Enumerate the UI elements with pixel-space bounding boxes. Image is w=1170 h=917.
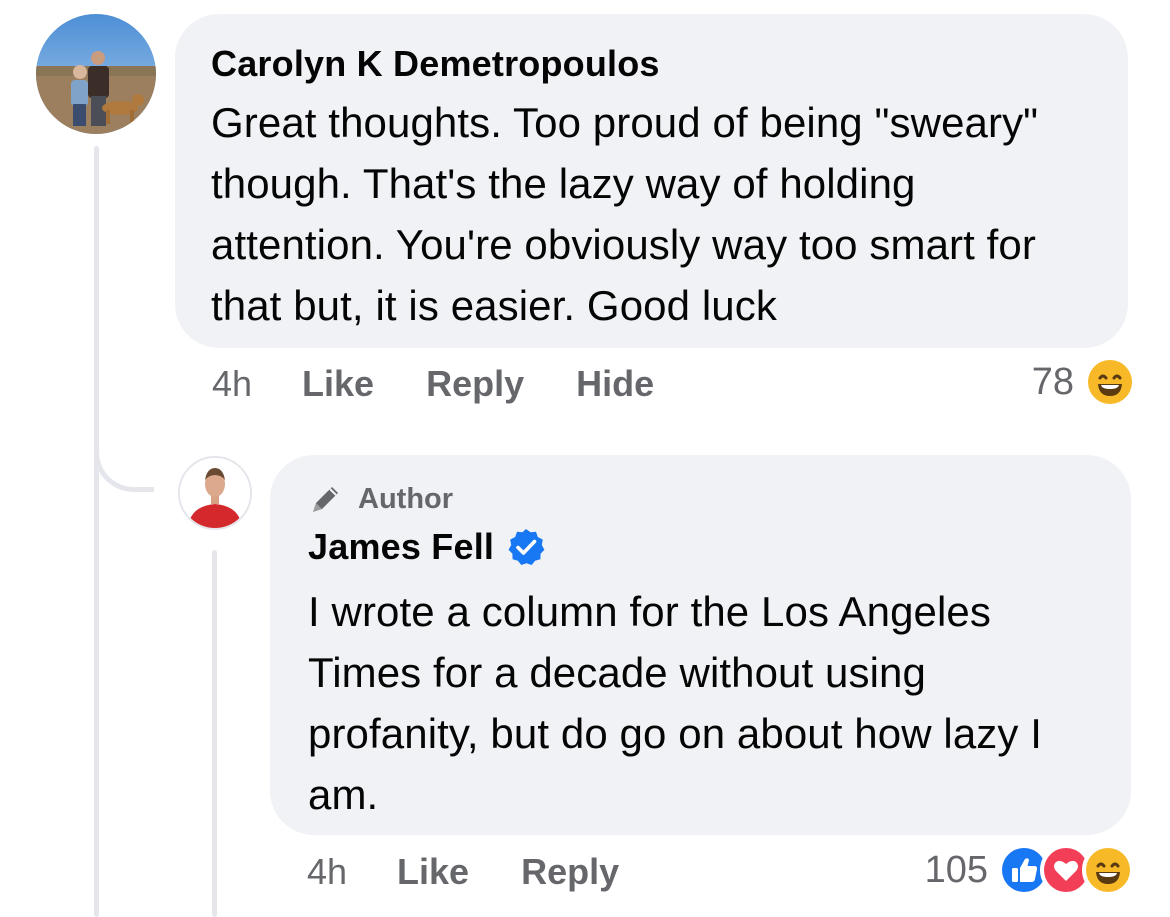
haha-icon — [1082, 844, 1134, 896]
reply-button[interactable]: Reply — [426, 363, 524, 405]
comment-timestamp[interactable]: 4h — [212, 363, 252, 405]
comment-author-name[interactable]: Carolyn K Demetropoulos — [211, 42, 1092, 86]
avatar-photo-icon — [180, 458, 250, 528]
haha-icon — [1084, 356, 1136, 408]
author-name-row: James Fell — [308, 525, 1095, 569]
reply-bubble: Author James Fell I wrote a column for t… — [270, 455, 1131, 835]
reply-actions: 4h Like Reply — [307, 844, 671, 900]
author-badge: Author — [308, 479, 1095, 519]
comment-actions: 4h Like Reply Hide — [212, 356, 706, 412]
hide-button[interactable]: Hide — [576, 363, 654, 405]
thread-line — [94, 146, 99, 917]
comment-bubble: Carolyn K Demetropoulos Great thoughts. … — [175, 14, 1128, 348]
like-button[interactable]: Like — [397, 851, 469, 893]
reaction-count: 105 — [924, 848, 988, 891]
avatar-carolyn[interactable] — [36, 14, 156, 134]
pen-icon — [308, 481, 344, 517]
reaction-count: 78 — [1031, 360, 1074, 403]
author-badge-label: Author — [358, 482, 454, 515]
verified-badge-icon — [506, 527, 546, 567]
like-button[interactable]: Like — [302, 363, 374, 405]
comment-author-name[interactable]: James Fell — [308, 525, 494, 569]
reaction-summary[interactable]: 105 — [925, 842, 1134, 898]
comment-text: Great thoughts. Too proud of being "swea… — [211, 99, 1039, 329]
avatar-photo-icon — [36, 14, 156, 134]
comment-timestamp[interactable]: 4h — [307, 851, 347, 893]
thread-branch-connector — [94, 400, 154, 492]
reply-thread-line — [212, 550, 217, 917]
reaction-summary[interactable]: 78 — [1032, 354, 1136, 410]
avatar-james-fell[interactable] — [178, 456, 252, 530]
comment-text: I wrote a column for the Los Angeles Tim… — [308, 588, 1043, 818]
reply-button[interactable]: Reply — [521, 851, 619, 893]
